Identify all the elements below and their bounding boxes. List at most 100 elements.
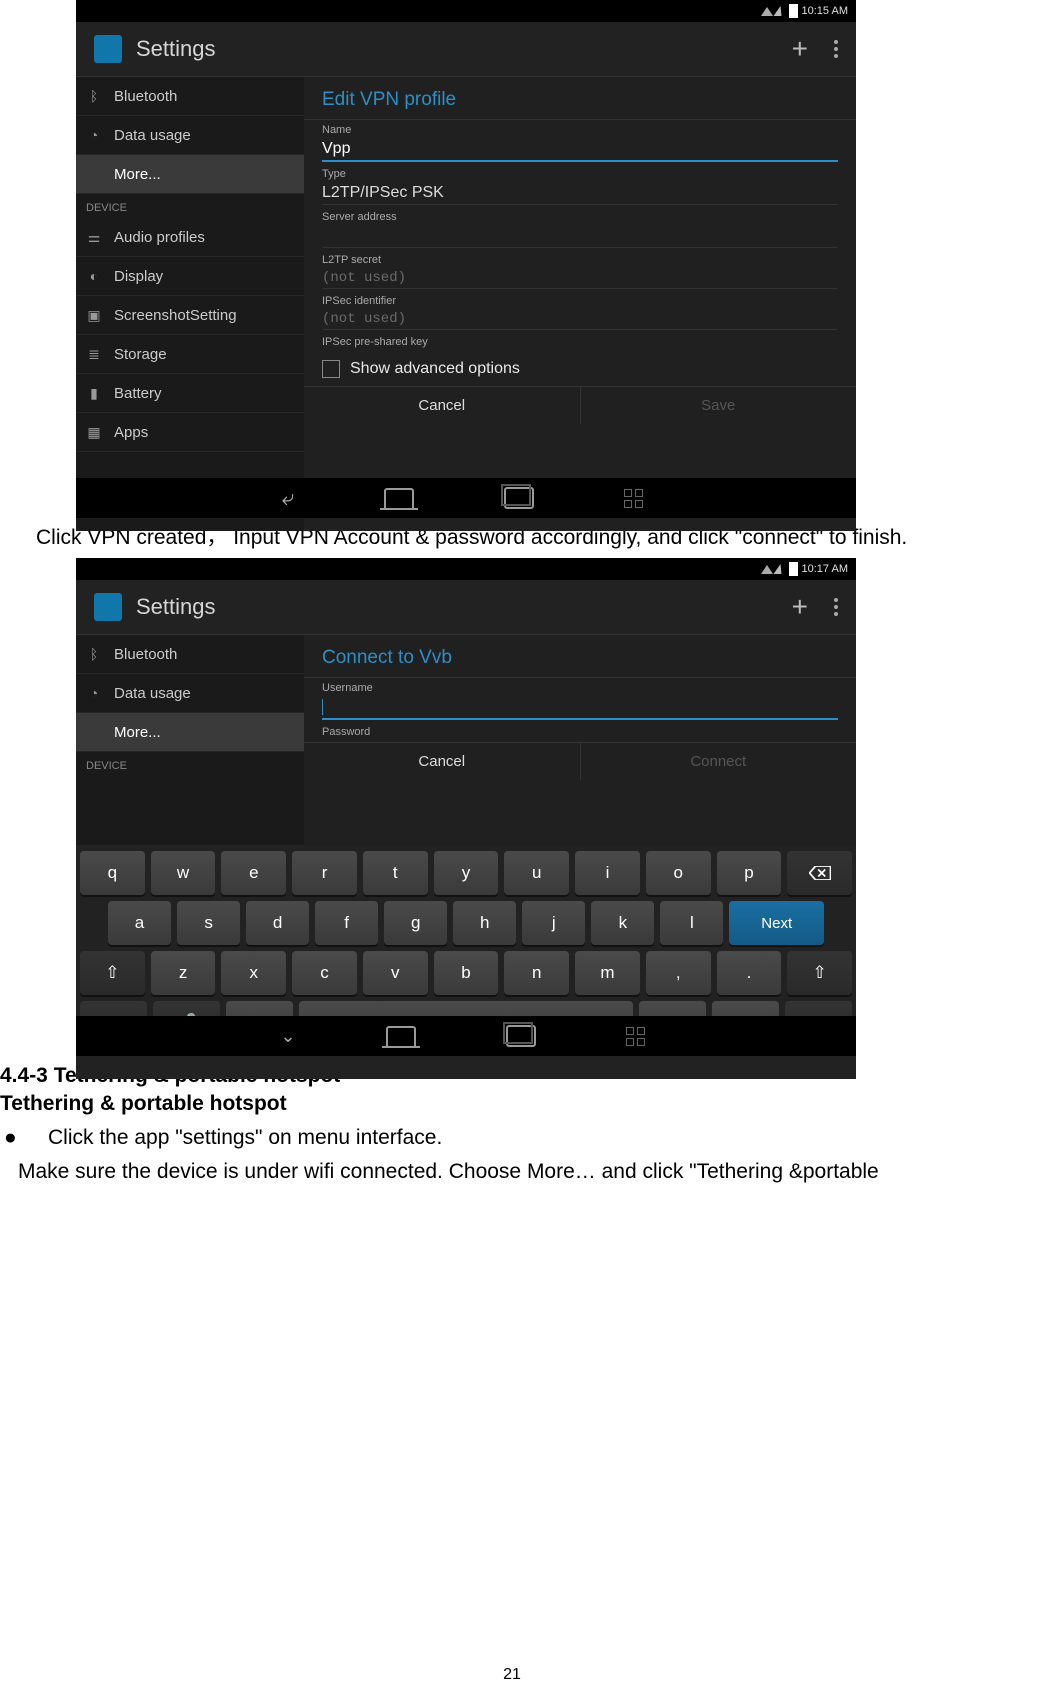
key-i[interactable]: i bbox=[575, 851, 640, 895]
advanced-checkbox-row[interactable]: Show advanced options bbox=[304, 352, 856, 386]
status-time: 10:15 AM bbox=[802, 5, 848, 17]
settings-sidebar: ᛒBluetooth ◔Data usage More... DEVICE bbox=[76, 635, 304, 845]
sidebar-item-display[interactable]: ◐Display bbox=[76, 257, 304, 296]
data-usage-icon: ◔ bbox=[86, 685, 102, 701]
sidebar-item-more[interactable]: More... bbox=[76, 713, 304, 752]
signal-icon bbox=[773, 564, 788, 574]
home-button[interactable] bbox=[384, 488, 414, 508]
key-g[interactable]: g bbox=[384, 901, 447, 945]
sidebar-item-apps[interactable]: ▦Apps bbox=[76, 413, 304, 452]
overflow-menu-icon[interactable] bbox=[834, 598, 838, 616]
sidebar-category-device: DEVICE bbox=[76, 194, 304, 218]
key-z[interactable]: z bbox=[151, 951, 216, 995]
cancel-button[interactable]: Cancel bbox=[304, 743, 581, 780]
back-button[interactable]: ⤶ bbox=[282, 485, 294, 511]
key-k[interactable]: k bbox=[591, 901, 654, 945]
header-title: Settings bbox=[136, 594, 216, 620]
settings-header: Settings + bbox=[76, 580, 856, 635]
key-period[interactable]: . bbox=[717, 951, 782, 995]
shift-key-left[interactable]: ⇧ bbox=[80, 951, 145, 995]
type-select[interactable]: L2TP/IPSec PSK bbox=[322, 182, 838, 205]
page-number: 21 bbox=[0, 1666, 1024, 1684]
sidebar-item-more[interactable]: More... bbox=[76, 155, 304, 194]
key-l[interactable]: l bbox=[660, 901, 723, 945]
header-title: Settings bbox=[136, 36, 216, 62]
sidebar-category-device: DEVICE bbox=[76, 752, 304, 776]
server-input[interactable] bbox=[322, 225, 838, 248]
nav-bar: ⤶ bbox=[76, 478, 856, 518]
key-m[interactable]: m bbox=[575, 951, 640, 995]
bullet-item: Click the app "settings" on menu interfa… bbox=[0, 1124, 1024, 1152]
sidebar-item-screenshot[interactable]: ▣ScreenshotSetting bbox=[76, 296, 304, 335]
recent-button[interactable] bbox=[504, 487, 534, 509]
key-x[interactable]: x bbox=[221, 951, 286, 995]
settings-sidebar: ᛒBluetooth ◔Data usage More... DEVICE ⚌A… bbox=[76, 77, 304, 531]
wifi-icon bbox=[761, 7, 773, 16]
screenshot-button[interactable] bbox=[624, 489, 650, 507]
psk-label: IPSec pre-shared key bbox=[322, 336, 838, 348]
key-c[interactable]: c bbox=[292, 951, 357, 995]
add-button[interactable]: + bbox=[786, 33, 814, 65]
connect-button[interactable]: Connect bbox=[581, 743, 857, 780]
dialog-title: Connect to Vvb bbox=[304, 635, 856, 678]
key-n[interactable]: n bbox=[504, 951, 569, 995]
sidebar-item-audio[interactable]: ⚌Audio profiles bbox=[76, 218, 304, 257]
settings-icon bbox=[94, 35, 122, 63]
sidebar-item-battery[interactable]: ▮Battery bbox=[76, 374, 304, 413]
key-y[interactable]: y bbox=[434, 851, 499, 895]
key-d[interactable]: d bbox=[246, 901, 309, 945]
sidebar-item-bluetooth[interactable]: ᛒBluetooth bbox=[76, 77, 304, 116]
apps-icon: ▦ bbox=[86, 424, 102, 440]
key-s[interactable]: s bbox=[177, 901, 240, 945]
sidebar-item-data-usage[interactable]: ◔Data usage bbox=[76, 674, 304, 713]
sub-heading: Tethering & portable hotspot bbox=[0, 1090, 1024, 1118]
add-button[interactable]: + bbox=[786, 591, 814, 623]
key-f[interactable]: f bbox=[315, 901, 378, 945]
display-icon: ◐ bbox=[86, 268, 102, 284]
key-v[interactable]: v bbox=[363, 951, 428, 995]
hide-keyboard-button[interactable]: ⌄ bbox=[280, 1026, 295, 1047]
sidebar-item-storage[interactable]: ≣Storage bbox=[76, 335, 304, 374]
cancel-button[interactable]: Cancel bbox=[304, 387, 581, 424]
key-b[interactable]: b bbox=[434, 951, 499, 995]
key-o[interactable]: o bbox=[646, 851, 711, 895]
name-input[interactable]: Vpp bbox=[322, 138, 838, 162]
key-comma[interactable]: , bbox=[646, 951, 711, 995]
wifi-icon bbox=[761, 565, 773, 574]
instruction-text-2: Make sure the device is under wifi conne… bbox=[0, 1158, 1024, 1186]
key-u[interactable]: u bbox=[504, 851, 569, 895]
key-j[interactable]: j bbox=[522, 901, 585, 945]
key-a[interactable]: a bbox=[108, 901, 171, 945]
key-q[interactable]: q bbox=[80, 851, 145, 895]
key-e[interactable]: e bbox=[221, 851, 286, 895]
username-label: Username bbox=[322, 682, 838, 694]
key-p[interactable]: p bbox=[717, 851, 782, 895]
sidebar-item-bluetooth[interactable]: ᛒBluetooth bbox=[76, 635, 304, 674]
l2tp-input[interactable]: (not used) bbox=[322, 268, 838, 289]
ipsecid-input[interactable]: (not used) bbox=[322, 309, 838, 330]
ipsecid-label: IPSec identifier bbox=[322, 295, 838, 307]
screenshot-connect-vpn: 10:17 AM Settings + ᛒBluetooth ◔Data usa… bbox=[76, 558, 856, 1056]
nav-bar: ⌄ bbox=[76, 1016, 856, 1056]
username-input[interactable] bbox=[322, 696, 838, 720]
next-key[interactable]: Next bbox=[729, 901, 824, 945]
recent-button[interactable] bbox=[506, 1025, 536, 1047]
sidebar-item-data-usage[interactable]: ◔Data usage bbox=[76, 116, 304, 155]
dialog-title: Edit VPN profile bbox=[304, 77, 856, 120]
battery-icon bbox=[789, 562, 798, 576]
home-button[interactable] bbox=[386, 1026, 416, 1046]
key-w[interactable]: w bbox=[151, 851, 216, 895]
shift-key-right[interactable]: ⇧ bbox=[787, 951, 852, 995]
edit-vpn-dialog: Edit VPN profile NameVpp TypeL2TP/IPSec … bbox=[304, 77, 856, 531]
bluetooth-icon: ᛒ bbox=[86, 88, 102, 104]
settings-header: Settings + bbox=[76, 22, 856, 77]
screenshot-button[interactable] bbox=[626, 1027, 652, 1045]
save-button[interactable]: Save bbox=[581, 387, 857, 424]
backspace-key[interactable] bbox=[787, 851, 852, 895]
key-t[interactable]: t bbox=[363, 851, 428, 895]
password-label: Password bbox=[322, 726, 838, 738]
overflow-menu-icon[interactable] bbox=[834, 40, 838, 58]
key-r[interactable]: r bbox=[292, 851, 357, 895]
checkbox-icon[interactable] bbox=[322, 360, 340, 378]
key-h[interactable]: h bbox=[453, 901, 516, 945]
